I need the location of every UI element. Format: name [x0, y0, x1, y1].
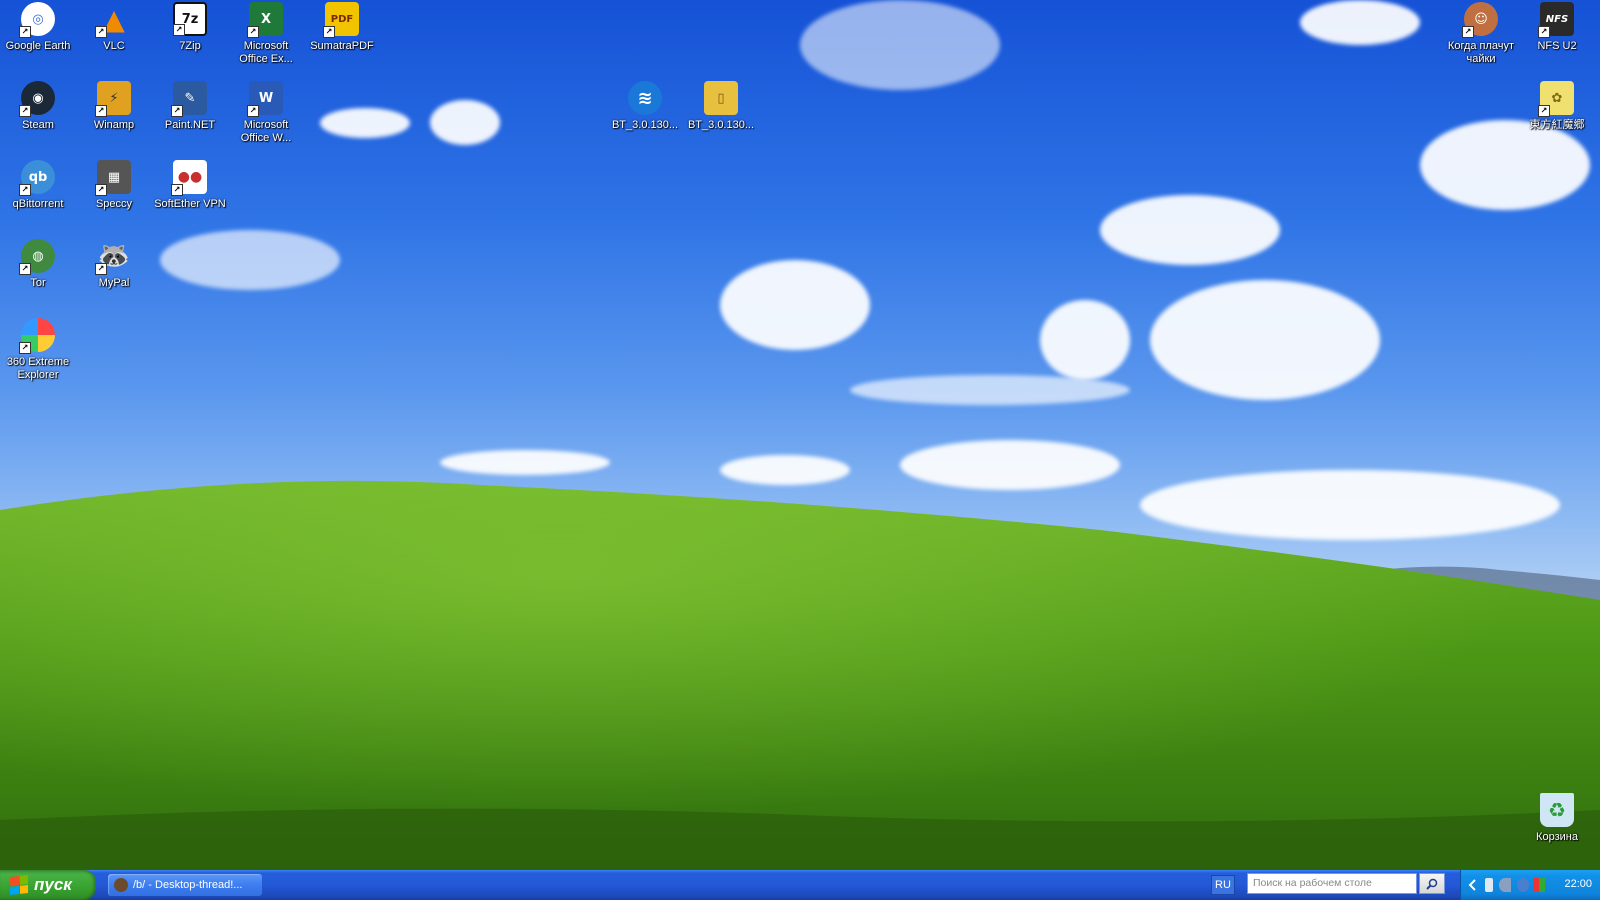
desktop-icon-mypal[interactable]: 🦝 ↗ MyPal — [76, 237, 152, 290]
word-icon: W ↗ — [247, 81, 283, 117]
system-tray: 22:00 — [1460, 870, 1600, 900]
icon-label: Tor — [30, 277, 46, 289]
cloud — [160, 230, 340, 290]
bluetooth-wifi-icon: ≋ — [628, 81, 662, 115]
icon-label: Paint.NET — [164, 119, 216, 131]
desktop-search-input[interactable]: Поиск на рабочем столе — [1247, 873, 1417, 894]
start-label: пуск — [34, 875, 72, 894]
security-center-icon[interactable] — [1533, 878, 1545, 892]
network-icon[interactable] — [1517, 878, 1529, 892]
desktop[interactable]: ◎ ↗ Google Earth ▲ ↗ VLC 7z ↗ 7Zip X ↗ Micro… — [0, 0, 1600, 870]
desktop-icon-google-earth[interactable]: ◎ ↗ Google Earth — [0, 0, 76, 53]
clock[interactable]: 22:00 — [1564, 878, 1592, 890]
icon-label: Steam — [22, 119, 54, 131]
cloud — [900, 440, 1120, 490]
sumatrapdf-icon: PDF ↗ — [323, 2, 359, 38]
excel-icon: X ↗ — [247, 2, 283, 38]
cloud — [440, 450, 610, 475]
desktop-icon-recycle-bin[interactable]: ♻ Корзина — [1519, 791, 1595, 844]
desktop-icon-excel[interactable]: X ↗ Microsoft Office Ex... — [228, 0, 304, 66]
winamp-icon: ⚡ ↗ — [95, 81, 131, 117]
taskbar-window-title: /b/ - Desktop-thread!... — [133, 879, 243, 891]
desktop-icon-paintnet[interactable]: ✎ ↗ Paint.NET — [152, 79, 228, 132]
desktop-icon-word[interactable]: W ↗ Microsoft Office W... — [228, 79, 304, 145]
search-icon — [1426, 878, 1438, 890]
desktop-icon-touhou[interactable]: ✿ ↗ 東方紅魔郷 — [1519, 79, 1595, 132]
icon-label: 東方紅魔郷 — [1529, 119, 1585, 131]
icon-label: Microsoft Office Ex... — [239, 40, 293, 65]
desktop-icon-7zip[interactable]: 7z ↗ 7Zip — [152, 0, 228, 53]
desktop-icon-steam[interactable]: ◉ ↗ Steam — [0, 79, 76, 132]
windows-logo-icon — [10, 875, 28, 895]
icon-label: BT_3.0.130... — [611, 119, 679, 131]
desktop-icon-360-extreme-explorer[interactable]: ↗ 360 Extreme Explorer — [0, 316, 76, 382]
cloud — [800, 0, 1000, 90]
icon-label: 360 Extreme Explorer — [6, 356, 70, 381]
usb-device-icon[interactable] — [1485, 878, 1493, 892]
mypal-icon: 🦝 ↗ — [95, 239, 131, 275]
icon-label: SoftEther VPN — [154, 198, 226, 210]
icon-label: Speccy — [95, 198, 133, 210]
desktop-icon-nfs-u2[interactable]: NFS ↗ NFS U2 — [1519, 0, 1595, 53]
desktop-icon-kogda-plachut-chaiki[interactable]: ☺ ↗ Когда плачут чайки — [1443, 0, 1519, 66]
steam-icon: ◉ ↗ — [19, 81, 55, 117]
cloud — [1100, 195, 1280, 265]
start-button[interactable]: пуск — [0, 870, 96, 900]
cloud — [720, 260, 870, 350]
icon-label: MyPal — [98, 277, 130, 289]
desktop-icon-softether-vpn[interactable]: ●● ↗ SoftEther VPN — [152, 158, 228, 211]
taskbar-window-button[interactable]: /b/ - Desktop-thread!... — [108, 874, 262, 896]
icon-label: Winamp — [93, 119, 135, 131]
speccy-icon: ▦ ↗ — [95, 160, 131, 196]
google-earth-icon: ◎ ↗ — [19, 2, 55, 38]
search-button[interactable] — [1419, 873, 1445, 894]
vlc-icon: ▲ ↗ — [95, 2, 131, 38]
icon-label: VLC — [103, 40, 125, 52]
zip-folder-icon: ▯ — [704, 81, 738, 115]
qbittorrent-icon: qb ↗ — [19, 160, 55, 196]
desktop-icon-winamp[interactable]: ⚡ ↗ Winamp — [76, 79, 152, 132]
desktop-icon-qbittorrent[interactable]: qb ↗ qBittorrent — [0, 158, 76, 211]
icon-label: qBittorrent — [12, 198, 64, 210]
cloud — [430, 100, 500, 145]
cloud — [1140, 470, 1560, 540]
desktop-icon-tor[interactable]: ◍ ↗ Tor — [0, 237, 76, 290]
desktop-icon-sumatrapdf[interactable]: PDF ↗ SumatraPDF — [304, 0, 380, 53]
paintnet-icon: ✎ ↗ — [171, 81, 207, 117]
softether-icon: ●● ↗ — [171, 160, 207, 196]
cloud — [850, 375, 1130, 405]
icon-label: NFS U2 — [1537, 40, 1577, 52]
nfs-u2-icon: NFS ↗ — [1538, 2, 1574, 38]
icon-label: Microsoft Office W... — [240, 119, 292, 144]
icon-label: Корзина — [1536, 831, 1578, 843]
cloud — [1300, 0, 1420, 45]
7zip-icon: 7z ↗ — [173, 2, 207, 36]
desktop-icon-vlc[interactable]: ▲ ↗ VLC — [76, 0, 152, 53]
icon-label: Google Earth — [5, 40, 71, 52]
volume-icon[interactable] — [1499, 878, 1511, 892]
cloud — [1150, 280, 1380, 400]
icon-label: SumatraPDF — [310, 40, 374, 52]
touhou-icon: ✿ ↗ — [1538, 81, 1574, 117]
language-indicator[interactable]: RU — [1211, 875, 1235, 895]
cloud — [1040, 300, 1130, 380]
recycle-bin-icon: ♻ — [1540, 793, 1574, 827]
icon-label: Когда плачут чайки — [1447, 40, 1515, 65]
anime-shortcut-icon: ☺ ↗ — [1462, 2, 1498, 38]
mypal-icon — [114, 878, 128, 892]
360-browser-icon: ↗ — [19, 318, 55, 354]
icon-label: BT_3.0.130... — [687, 119, 755, 131]
cloud — [720, 455, 850, 485]
desktop-icon-bt-installer[interactable]: ≋ BT_3.0.130... — [607, 79, 683, 132]
cloud — [320, 108, 410, 138]
cloud — [1420, 120, 1590, 210]
tor-icon: ◍ ↗ — [19, 239, 55, 275]
desktop-icon-speccy[interactable]: ▦ ↗ Speccy — [76, 158, 152, 211]
desktop-icon-bt-archive[interactable]: ▯ BT_3.0.130... — [683, 79, 759, 132]
chevron-left-icon[interactable] — [1467, 878, 1479, 892]
icon-label: 7Zip — [179, 40, 201, 52]
